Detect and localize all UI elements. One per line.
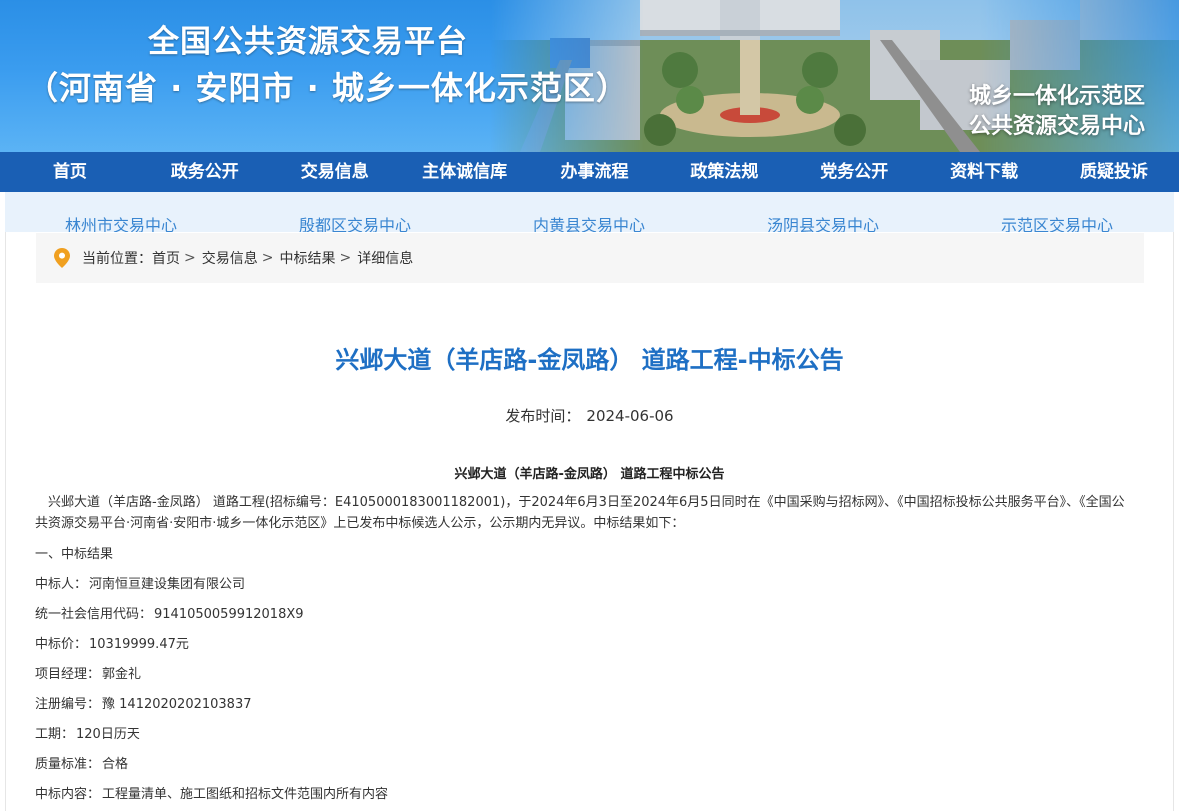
publish-label: 发布时间： [505,407,581,425]
field-label: 中标内容： [35,787,101,802]
notice-intro: 兴邺大道（羊店路-金凤路） 道路工程(招标编号：E410500018300118… [35,495,1125,531]
breadcrumb-separator: > [184,250,196,266]
section-heading: 一、中标结果 [35,547,114,562]
breadcrumb-detail: 详细信息 [357,251,414,267]
article-title: 兴邺大道（羊店路-金凤路） 道路工程-中标公告 [335,346,844,374]
field-credit-code: 统一社会信用代码： 9141050059912018X9 [35,603,304,622]
site-banner: 全国公共资源交易平台 （河南省 · 安阳市 · 城乡一体化示范区） 城乡一体化示… [0,0,1179,152]
nav-government-affairs[interactable]: 政务公开 [140,152,270,192]
nav-complaints[interactable]: 质疑投诉 [1049,152,1179,192]
field-value: 合格 [102,757,129,772]
field-registration-number: 注册编号：豫 1412020202103837 [35,693,251,712]
platform-region: （河南省 · 安阳市 · 城乡一体化示范区） [26,69,629,107]
breadcrumb-separator: > [261,250,274,266]
field-value: 9141050059912018X9 [154,607,304,622]
center-name-line1: 城乡一体化示范区 [968,84,1145,109]
field-winning-bidder: 中标人： 河南恒亘建设集团有限公司 [35,573,245,592]
field-value: 豫 1412020202103837 [102,697,252,712]
nav-trading-info[interactable]: 交易信息 [270,152,400,192]
field-value: 郭金礼 [102,667,142,682]
field-value: 120日历天 [76,727,140,742]
field-label: 工期： [35,727,75,742]
breadcrumb-prefix: 当前位置： [82,251,152,267]
field-value: 工程量清单、施工图纸和招标文件范围内所有内容 [102,787,389,802]
field-value: 河南恒亘建设集团有限公司 [89,577,246,592]
breadcrumb-home[interactable]: 首页 [152,248,180,268]
nav-procedures[interactable]: 办事流程 [530,152,660,192]
field-label: 注册编号： [35,697,101,712]
field-value: 10319999.47元 [89,637,189,652]
nav-credit-database[interactable]: 主体诚信库 [400,152,530,192]
publish-date: 2024-06-06 [586,407,674,425]
field-label: 质量标准： [35,757,101,772]
breadcrumb: 当前位置： 首页 > 交易信息 > 中标结果 > 详细信息 [36,233,1144,283]
breadcrumb-separator: > [339,250,352,266]
center-name-line2: 公共资源交易中心 [968,114,1145,139]
field-award-content: 中标内容： 工程量清单、施工图纸和招标文件范围内所有内容 [35,783,388,802]
main-nav: 首页 政务公开 交易信息 主体诚信库 办事流程 政策法规 党务公开 资料下载 质… [0,152,1179,192]
field-label: 项目经理： [35,667,101,682]
field-bid-price: 中标价： 10319999.47元 [35,633,189,652]
platform-title: 全国公共资源交易平台 [148,24,468,60]
field-project-manager: 项目经理： 郭金礼 [35,663,141,682]
field-duration: 工期： 120日历天 [35,723,140,742]
notice-heading: 兴邺大道（羊店路-金凤路） 道路工程中标公告 [454,467,725,482]
field-quality-standard: 质量标准： 合格 [35,753,128,772]
field-label: 中标人： [35,577,88,592]
nav-party-affairs[interactable]: 党务公开 [789,152,919,192]
breadcrumb-trading-info[interactable]: 交易信息 [202,248,258,268]
field-label: 中标价： [35,637,88,652]
publish-info: 发布时间： 2024-06-06 [0,405,1179,426]
nav-downloads[interactable]: 资料下载 [919,152,1049,192]
nav-home[interactable]: 首页 [0,152,140,192]
nav-policies[interactable]: 政策法规 [659,152,789,192]
breadcrumb-award-results[interactable]: 中标结果 [279,248,335,268]
field-label: 统一社会信用代码： [35,607,153,622]
location-pin-icon [54,248,70,268]
